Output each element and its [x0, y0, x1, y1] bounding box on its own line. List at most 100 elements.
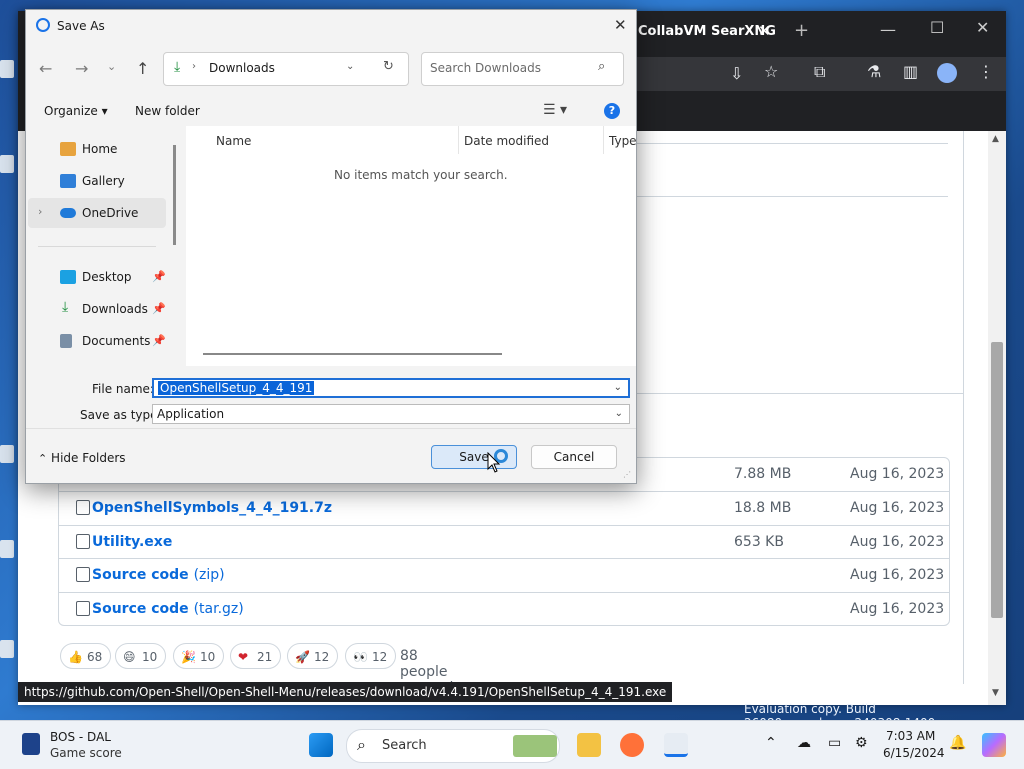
save-type-select[interactable]: Application ⌄: [152, 404, 630, 424]
asset-link-label: Source code: [92, 567, 189, 583]
asset-row[interactable]: Utility.exe 653 KB Aug 16, 2023: [59, 525, 949, 559]
chevron-right-icon[interactable]: ›: [38, 205, 42, 218]
organize-label: Organize: [44, 104, 98, 118]
asset-row[interactable]: OpenShellSymbols_4_4_191.7z 18.8 MB Aug …: [59, 491, 949, 525]
labs-icon[interactable]: ⚗: [867, 62, 881, 81]
desktop-icon[interactable]: [0, 155, 14, 173]
firefox-icon[interactable]: [620, 733, 644, 757]
column-header-type[interactable]: Type: [609, 134, 637, 148]
close-icon[interactable]: ✕: [614, 16, 627, 34]
chevron-down-icon[interactable]: ⌄: [614, 380, 622, 396]
desktop-icon[interactable]: [0, 60, 14, 78]
taskbar-search[interactable]: ⌕ Search: [346, 729, 560, 763]
desktop-icon[interactable]: [0, 640, 14, 658]
copilot-icon[interactable]: [982, 733, 1006, 757]
reaction-smile[interactable]: 😄 10: [115, 643, 167, 669]
nav-item-desktop[interactable]: Desktop 📌: [28, 262, 166, 292]
nav-pane-scrollbar[interactable]: [173, 145, 176, 245]
package-icon: [76, 534, 90, 549]
new-folder-button[interactable]: New folder: [135, 104, 200, 118]
hide-folders-button[interactable]: ⌃ Hide Folders: [38, 451, 126, 465]
reaction-rocket[interactable]: 🚀 12: [287, 643, 339, 669]
resize-grip-icon[interactable]: ⋰: [623, 470, 631, 479]
file-explorer-icon[interactable]: [577, 733, 601, 757]
side-panel-icon[interactable]: ▥: [903, 62, 918, 81]
asset-link-ext: (tar.gz): [193, 601, 244, 617]
display-icon[interactable]: ▭: [828, 735, 841, 751]
dialog-title: Save As: [57, 19, 105, 33]
chevron-down-icon[interactable]: ⌄: [107, 60, 116, 73]
documents-icon: [60, 334, 72, 348]
asset-row[interactable]: Source code (zip) Aug 16, 2023: [59, 558, 949, 592]
clock-date[interactable]: 6/15/2024: [883, 746, 945, 760]
reaction-thumbs-up[interactable]: 👍 68: [60, 643, 112, 669]
organize-button[interactable]: Organize ▾: [44, 104, 108, 118]
search-input[interactable]: Search Downloads ⌕: [421, 52, 624, 86]
breadcrumb[interactable]: ⤓ › Downloads ⌄ ↻: [163, 52, 409, 86]
asset-link[interactable]: Source code (zip): [92, 567, 225, 583]
notifications-bell-icon[interactable]: 🔔: [949, 735, 966, 751]
reaction-eyes[interactable]: 👀 12: [345, 643, 397, 669]
widget-subtitle[interactable]: Game score: [50, 746, 122, 760]
install-app-icon[interactable]: ⇩: [730, 64, 743, 83]
help-icon[interactable]: ?: [604, 103, 620, 119]
chevron-down-icon[interactable]: ⌄: [615, 405, 623, 423]
desktop-icon[interactable]: [0, 445, 14, 463]
save-button[interactable]: Save: [431, 445, 517, 469]
nav-item-home[interactable]: Home: [28, 134, 166, 164]
refresh-icon[interactable]: ↻: [383, 59, 394, 74]
scroll-up-icon[interactable]: ▲: [992, 134, 999, 144]
column-separator[interactable]: [458, 126, 459, 154]
download-icon: ⤓: [62, 299, 69, 315]
nav-item-downloads[interactable]: ⤓ Downloads 📌: [28, 294, 166, 324]
minimize-icon[interactable]: —: [880, 20, 896, 39]
dialog-titlebar[interactable]: Save As ✕: [26, 10, 636, 42]
cancel-button[interactable]: Cancel: [531, 445, 617, 469]
column-header-date-modified[interactable]: Date modified: [464, 134, 549, 148]
chevron-down-icon[interactable]: ⌄: [346, 61, 354, 72]
extensions-icon[interactable]: ⧉: [814, 62, 825, 82]
file-name-input[interactable]: OpenShellSetup_4_4_191 ⌄: [152, 378, 630, 398]
widget-title[interactable]: BOS - DAL: [50, 730, 111, 744]
new-tab-icon[interactable]: +: [794, 20, 809, 41]
nba-logo-icon: [22, 733, 40, 755]
nav-item-gallery[interactable]: Gallery: [28, 166, 166, 196]
windows-start-icon[interactable]: [309, 733, 333, 757]
bookmark-star-icon[interactable]: ☆: [764, 62, 778, 81]
reaction-tada[interactable]: 🎉 10: [173, 643, 225, 669]
column-separator[interactable]: [603, 126, 604, 154]
chevron-up-icon[interactable]: ⌃: [765, 735, 777, 751]
breadcrumb-downloads[interactable]: Downloads: [209, 61, 275, 75]
package-icon: [76, 500, 90, 515]
chrome-icon[interactable]: [664, 733, 688, 757]
smile-icon: 😄: [123, 650, 136, 664]
asset-link[interactable]: Source code (tar.gz): [92, 601, 244, 617]
save-type-value: Application: [157, 407, 225, 421]
asset-row[interactable]: Source code (tar.gz) Aug 16, 2023: [59, 592, 949, 626]
reaction-heart[interactable]: ❤ 21: [230, 643, 282, 669]
view-options-icon[interactable]: ☰ ▾: [543, 102, 567, 118]
up-arrow-icon[interactable]: ↑: [136, 59, 149, 78]
nav-item-documents[interactable]: Documents 📌: [28, 326, 166, 356]
profile-avatar-icon[interactable]: [937, 63, 957, 83]
scroll-down-icon[interactable]: ▼: [992, 688, 999, 698]
accessibility-icon[interactable]: ⚙: [855, 735, 868, 751]
maximize-icon[interactable]: ☐: [930, 18, 944, 37]
clock-time[interactable]: 7:03 AM: [886, 729, 935, 743]
desktop-icon[interactable]: [0, 540, 14, 558]
save-form: File name: OpenShellSetup_4_4_191 ⌄ Save…: [26, 366, 636, 481]
asset-link[interactable]: Utility.exe: [92, 534, 172, 550]
nav-label: Home: [82, 142, 118, 156]
nav-item-onedrive[interactable]: › OneDrive: [28, 198, 166, 228]
close-tab-icon[interactable]: ✕: [758, 22, 771, 40]
asset-link[interactable]: OpenShellSymbols_4_4_191.7z: [92, 500, 332, 516]
close-window-icon[interactable]: ✕: [976, 18, 989, 37]
scrollbar-thumb[interactable]: [991, 342, 1003, 618]
forward-arrow-icon[interactable]: →: [75, 59, 88, 78]
tab-collabvm-searxng[interactable]: CollabVM SearXNG ✕: [622, 11, 782, 51]
horizontal-scrollbar[interactable]: [203, 353, 502, 355]
column-header-name[interactable]: Name: [216, 134, 251, 148]
back-arrow-icon[interactable]: ←: [39, 59, 52, 78]
menu-kebab-icon[interactable]: ⋮: [978, 62, 994, 81]
network-offline-icon[interactable]: ☁: [797, 735, 811, 751]
